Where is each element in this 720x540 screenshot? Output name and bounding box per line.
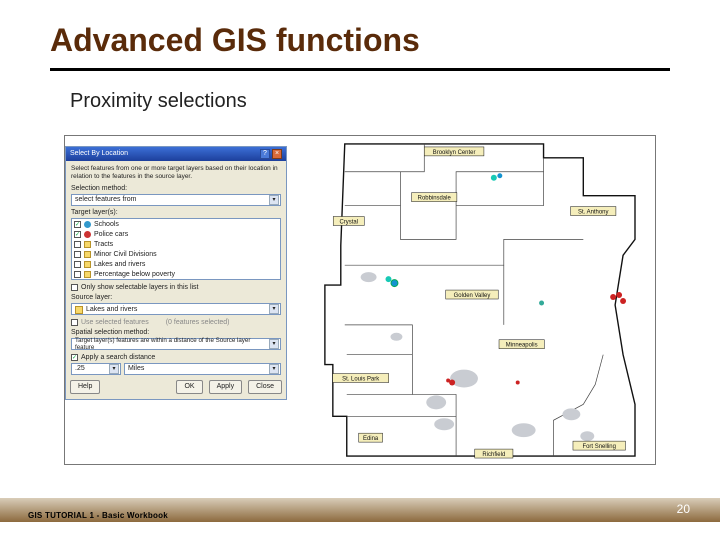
layer-name: Minor Civil Divisions — [94, 251, 157, 258]
layer-name: Schools — [94, 221, 119, 228]
map-place-labels: Brooklyn Center Robbinsdale Crystal St. Ant… — [333, 147, 626, 458]
map-subdivisions — [345, 144, 603, 456]
target-layers-label: Target layer(s): — [71, 209, 281, 216]
layer-row[interactable]: Lakes and rivers — [74, 260, 278, 270]
map-points — [386, 173, 627, 385]
layer-row[interactable]: ✓ Police cars — [74, 230, 278, 240]
layer-row[interactable]: Percentage below poverty — [74, 270, 278, 280]
source-layer-value: Lakes and rivers — [86, 306, 137, 313]
place-label: Richfield — [482, 452, 505, 458]
selection-method-dropdown[interactable]: select features from ▾ — [71, 194, 281, 206]
source-layer-dropdown[interactable]: Lakes and rivers ▾ — [71, 303, 281, 315]
chevron-down-icon: ▾ — [269, 364, 279, 374]
place-label: St. Anthony — [578, 210, 608, 216]
dialog-button-row: Help OK Apply Close — [66, 375, 286, 399]
place-label: Golden Valley — [454, 293, 491, 299]
help-icon[interactable]: ? — [260, 149, 270, 159]
chevron-down-icon: ▾ — [269, 304, 279, 314]
place-label: Minneapolis — [506, 343, 538, 349]
apply-button[interactable]: Apply — [209, 380, 243, 394]
use-selected-label: Use selected features — [81, 319, 149, 326]
layer-name: Lakes and rivers — [94, 261, 145, 268]
map-canvas[interactable]: Brooklyn Center Robbinsdale Crystal St. Ant… — [285, 136, 655, 464]
close-button[interactable]: Close — [248, 380, 282, 394]
spatial-method-label: Spatial selection method: — [71, 329, 281, 336]
layer-row[interactable]: Tracts — [74, 240, 278, 250]
layer-name: Percentage below poverty — [94, 271, 175, 278]
layer-checkbox[interactable] — [74, 261, 81, 268]
chevron-down-icon: ▾ — [109, 364, 119, 374]
distance-value: .25 — [75, 365, 85, 372]
place-label: St. Louis Park — [342, 377, 379, 383]
layer-checkbox[interactable]: ✓ — [74, 231, 81, 238]
source-layer-label: Source layer: — [71, 294, 281, 301]
help-button[interactable]: Help — [70, 380, 100, 394]
chevron-down-icon: ▾ — [269, 195, 279, 205]
layer-type-icon — [84, 251, 91, 258]
dialog-description: Select features from one or more target … — [71, 165, 281, 181]
page-number: 20 — [677, 502, 690, 516]
spatial-method-dropdown[interactable]: Target layer(s) features are within a di… — [71, 338, 281, 350]
place-label: Brooklyn Center — [433, 150, 476, 156]
spatial-method-value: Target layer(s) features are within a di… — [75, 337, 269, 351]
layer-row[interactable]: ✓ Schools — [74, 220, 278, 230]
title-rule — [50, 68, 670, 71]
layer-icon — [75, 306, 83, 314]
layer-checkbox[interactable] — [74, 271, 81, 278]
select-by-location-dialog: Select By Location ? × Select features f… — [65, 146, 287, 400]
layer-type-icon — [84, 221, 91, 228]
search-distance-label: Apply a search distance — [81, 354, 155, 361]
layer-row[interactable]: Minor Civil Divisions — [74, 250, 278, 260]
layer-name: Tracts — [94, 241, 113, 248]
slide-subtitle: Proximity selections — [70, 90, 247, 113]
dialog-titlebar[interactable]: Select By Location ? × — [66, 147, 286, 161]
selection-method-value: select features from — [75, 196, 136, 203]
selection-method-label: Selection method: — [71, 185, 281, 192]
dialog-title-text: Select By Location — [70, 147, 128, 161]
place-label: Edina — [363, 436, 379, 442]
distance-value-input[interactable]: .25 ▾ — [71, 363, 121, 375]
only-show-checkbox[interactable] — [71, 284, 78, 291]
place-label: Robbinsdale — [418, 196, 452, 202]
search-distance-checkbox[interactable]: ✓ — [71, 354, 78, 361]
slide-title: Advanced GIS functions — [50, 22, 420, 59]
only-show-label: Only show selectable layers in this list — [81, 284, 199, 291]
target-layers-list[interactable]: ✓ Schools ✓ Police cars Tracts Minor Civil Di… — [71, 218, 281, 280]
close-icon[interactable]: × — [272, 149, 282, 159]
layer-checkbox[interactable] — [74, 241, 81, 248]
content-frame: Brooklyn Center Robbinsdale Crystal St. Ant… — [64, 135, 656, 465]
footer-text: GIS TUTORIAL 1 - Basic Workbook — [28, 511, 168, 520]
distance-unit-dropdown[interactable]: Miles ▾ — [124, 363, 281, 375]
place-label: Crystal — [339, 219, 358, 225]
layer-type-icon — [84, 261, 91, 268]
distance-unit: Miles — [128, 365, 144, 372]
layer-type-icon — [84, 271, 91, 278]
map-boundary — [325, 144, 635, 456]
chevron-down-icon: ▾ — [269, 339, 279, 349]
use-selected-checkbox[interactable] — [71, 319, 78, 326]
layer-type-icon — [84, 241, 91, 248]
layer-name: Police cars — [94, 231, 128, 238]
layer-type-icon — [84, 231, 91, 238]
use-selected-note: (0 features selected) — [166, 319, 230, 326]
ok-button[interactable]: OK — [176, 380, 202, 394]
layer-checkbox[interactable]: ✓ — [74, 221, 81, 228]
place-label: Fort Snelling — [583, 444, 616, 450]
layer-checkbox[interactable] — [74, 251, 81, 258]
